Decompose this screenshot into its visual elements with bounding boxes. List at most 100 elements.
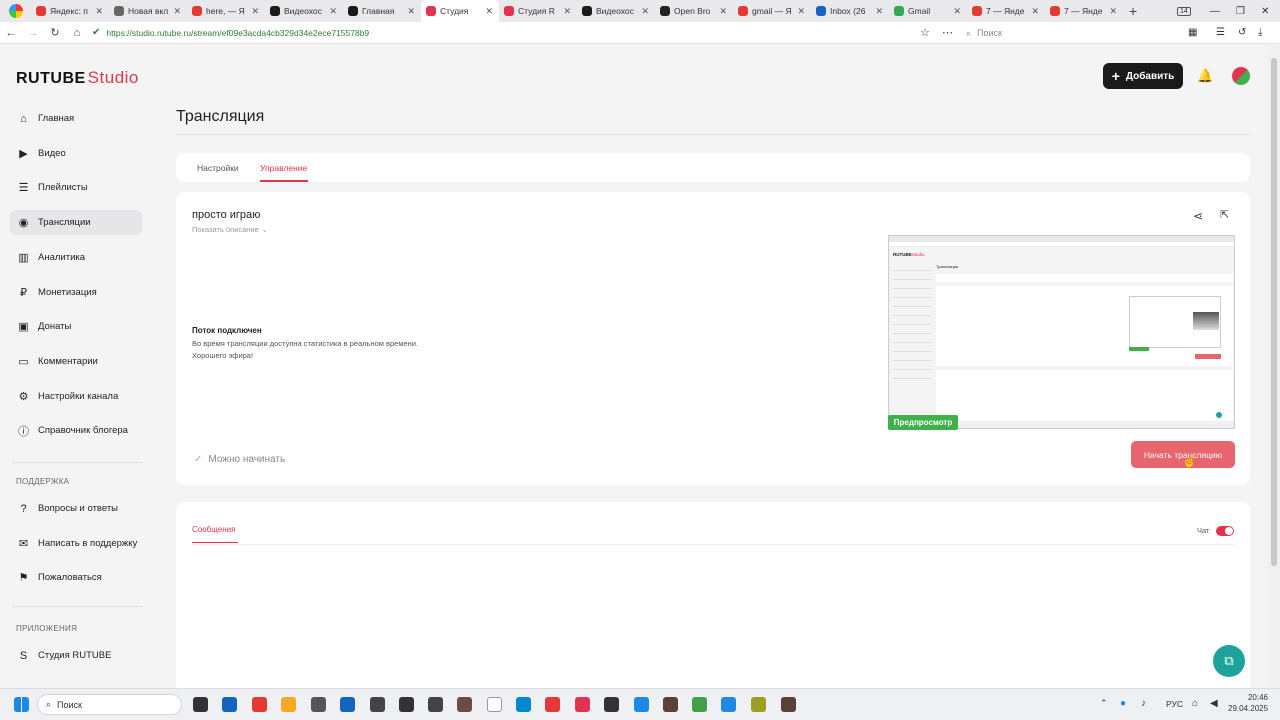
close-tab-icon[interactable]: ✕	[797, 6, 805, 17]
browser-tab[interactable]: Gmail ✕	[889, 0, 967, 22]
sidebar-item[interactable]: ⚙ Настройки канала	[10, 384, 142, 409]
show-description-link[interactable]: Показать описание ⌄	[192, 225, 268, 234]
close-tab-icon[interactable]: ✕	[1031, 6, 1039, 17]
sidebar-item[interactable]: ▣ Донаты	[10, 314, 142, 339]
mic-icon[interactable]: ♪	[1141, 698, 1146, 709]
close-tab-icon[interactable]: ✕	[251, 6, 259, 17]
taskbar-app-icon[interactable]	[340, 697, 355, 712]
close-tab-icon[interactable]: ✕	[953, 6, 961, 17]
taskbar-app-icon[interactable]	[311, 697, 326, 712]
reload-icon[interactable]: ↻	[44, 26, 66, 39]
close-tab-icon[interactable]: ✕	[1109, 6, 1117, 17]
rutube-studio-logo[interactable]: RUTUBE Studio	[16, 68, 139, 88]
external-link-icon[interactable]: ⇱	[1220, 208, 1229, 221]
taskbar-app-icon[interactable]	[399, 697, 414, 712]
taskbar-app-icon[interactable]	[193, 697, 208, 712]
bell-icon[interactable]: 🔔	[1197, 68, 1213, 84]
volume-icon[interactable]: ◀	[1210, 698, 1218, 709]
browser-search-input[interactable]: ⌕ Поиск	[966, 25, 1176, 41]
minimize-icon[interactable]: —	[1210, 0, 1220, 22]
close-tab-icon[interactable]: ✕	[641, 6, 649, 17]
taskbar-app-icon[interactable]	[457, 697, 472, 712]
add-button[interactable]: + Добавить	[1103, 63, 1183, 89]
close-tab-icon[interactable]: ✕	[173, 6, 181, 17]
tray-app-icon[interactable]: ●	[1120, 698, 1126, 709]
taskbar-app-icon[interactable]	[604, 697, 619, 712]
close-tab-icon[interactable]: ✕	[563, 6, 571, 17]
sidebar-item[interactable]: ☰ Плейлисты	[10, 175, 142, 200]
taskbar-search-input[interactable]: ⌕ Поиск	[37, 694, 182, 715]
browser-tab[interactable]: Яндекс: п ✕	[31, 0, 109, 22]
browser-tab[interactable]: Видеохос ✕	[265, 0, 343, 22]
taskbar-app-icon[interactable]	[575, 697, 590, 712]
tray-chevron-icon[interactable]: ⌃	[1100, 698, 1108, 709]
new-tab-icon[interactable]: +	[1129, 3, 1137, 19]
taskbar-app-icon[interactable]	[692, 697, 707, 712]
sidebar-item[interactable]: ▥ Аналитика	[10, 245, 142, 270]
browser-tab[interactable]: 7 — Янде ✕	[967, 0, 1045, 22]
close-tab-icon[interactable]: ✕	[329, 6, 337, 17]
close-window-icon[interactable]: ✕	[1261, 0, 1269, 22]
support-chat-icon[interactable]: ⧉	[1213, 645, 1245, 677]
browser-tab[interactable]: Студия R ✕	[499, 0, 577, 22]
sidebar-item[interactable]: ▭ Комментарии	[10, 349, 142, 374]
close-tab-icon[interactable]: ✕	[95, 6, 103, 17]
history-icon[interactable]: ↺	[1238, 27, 1246, 38]
taskbar-app-icon[interactable]	[781, 697, 796, 712]
taskbar-app-icon[interactable]	[545, 697, 560, 712]
taskbar-app-icon[interactable]	[252, 697, 267, 712]
taskbar-app-icon[interactable]	[370, 697, 385, 712]
sidebar-support-item[interactable]: ⚑ Пожаловаться	[10, 565, 142, 590]
browser-tab[interactable]: Студия ✕	[421, 0, 499, 22]
close-tab-icon[interactable]: ✕	[875, 6, 883, 17]
sidebar-item[interactable]: ⌂ Главная	[10, 106, 142, 131]
taskbar-app-icon[interactable]	[222, 697, 237, 712]
browser-tab[interactable]: here, — Я ✕	[187, 0, 265, 22]
clock[interactable]: 20:46 29.04.2025	[1228, 693, 1268, 713]
start-icon[interactable]	[14, 697, 29, 712]
browser-logo-icon[interactable]	[9, 4, 23, 18]
network-icon[interactable]: ⌂	[1192, 698, 1198, 709]
home-browser-icon[interactable]: ⌂	[66, 27, 88, 39]
more-icon[interactable]: ⋯	[942, 26, 953, 39]
sidebar-item[interactable]: ▶ Видео	[10, 141, 142, 166]
taskbar-app-icon[interactable]	[634, 697, 649, 712]
language-indicator[interactable]: РУС	[1166, 699, 1183, 709]
sidebar-item[interactable]: ₽ Монетизация	[10, 280, 142, 305]
sidebar-app-item[interactable]: S Студия RUTUBE	[10, 643, 142, 668]
extensions-icon[interactable]: ▦	[1188, 27, 1197, 38]
tab-management[interactable]: Управление	[260, 163, 307, 173]
taskbar-app-icon[interactable]	[663, 697, 678, 712]
sidebar-support-item[interactable]: ✉ Написать в поддержку	[10, 531, 142, 556]
sidebar-item[interactable]: ⓘ Справочник блогера	[10, 418, 142, 443]
sidebar-item[interactable]: ◉ Трансляции	[10, 210, 142, 236]
close-tab-icon[interactable]: ✕	[407, 6, 415, 17]
forward-icon[interactable]: →	[22, 27, 44, 39]
secure-shield-icon[interactable]: ✔	[92, 27, 100, 38]
taskbar-app-icon[interactable]	[428, 697, 443, 712]
browser-tab[interactable]: Open Bro ✕	[655, 0, 733, 22]
url-field[interactable]: https://studio.rutube.ru/stream/ef09e3ac…	[106, 28, 369, 38]
taskbar-app-icon[interactable]	[751, 697, 766, 712]
sidebar-support-item[interactable]: ? Вопросы и ответы	[10, 496, 142, 521]
scrollbar-thumb[interactable]	[1271, 58, 1277, 566]
taskbar-app-icon[interactable]	[487, 697, 502, 712]
maximize-icon[interactable]: ❐	[1236, 0, 1245, 22]
browser-tab[interactable]: gmail — Я ✕	[733, 0, 811, 22]
close-tab-icon[interactable]: ✕	[719, 6, 727, 17]
browser-tab[interactable]: Inbox (26 ✕	[811, 0, 889, 22]
taskbar-app-icon[interactable]	[721, 697, 736, 712]
browser-tab[interactable]: 7 — Янде ✕	[1045, 0, 1123, 22]
tab-settings[interactable]: Настройки	[197, 163, 239, 173]
browser-tab[interactable]: Новая вкл ✕	[109, 0, 187, 22]
tab-messages[interactable]: Сообщения	[192, 525, 235, 534]
chat-toggle[interactable]	[1216, 526, 1234, 536]
favorites-icon[interactable]: ☰	[1216, 27, 1225, 38]
close-tab-icon[interactable]: ✕	[485, 6, 493, 17]
back-icon[interactable]: ←	[0, 27, 22, 39]
share-icon[interactable]: ⋖	[1193, 209, 1203, 223]
bookmark-star-icon[interactable]: ☆	[920, 26, 930, 39]
browser-tab[interactable]: Видеохос ✕	[577, 0, 655, 22]
tab-count-badge[interactable]: 14	[1177, 0, 1191, 22]
downloads-icon[interactable]: ⤓	[1258, 27, 1262, 38]
